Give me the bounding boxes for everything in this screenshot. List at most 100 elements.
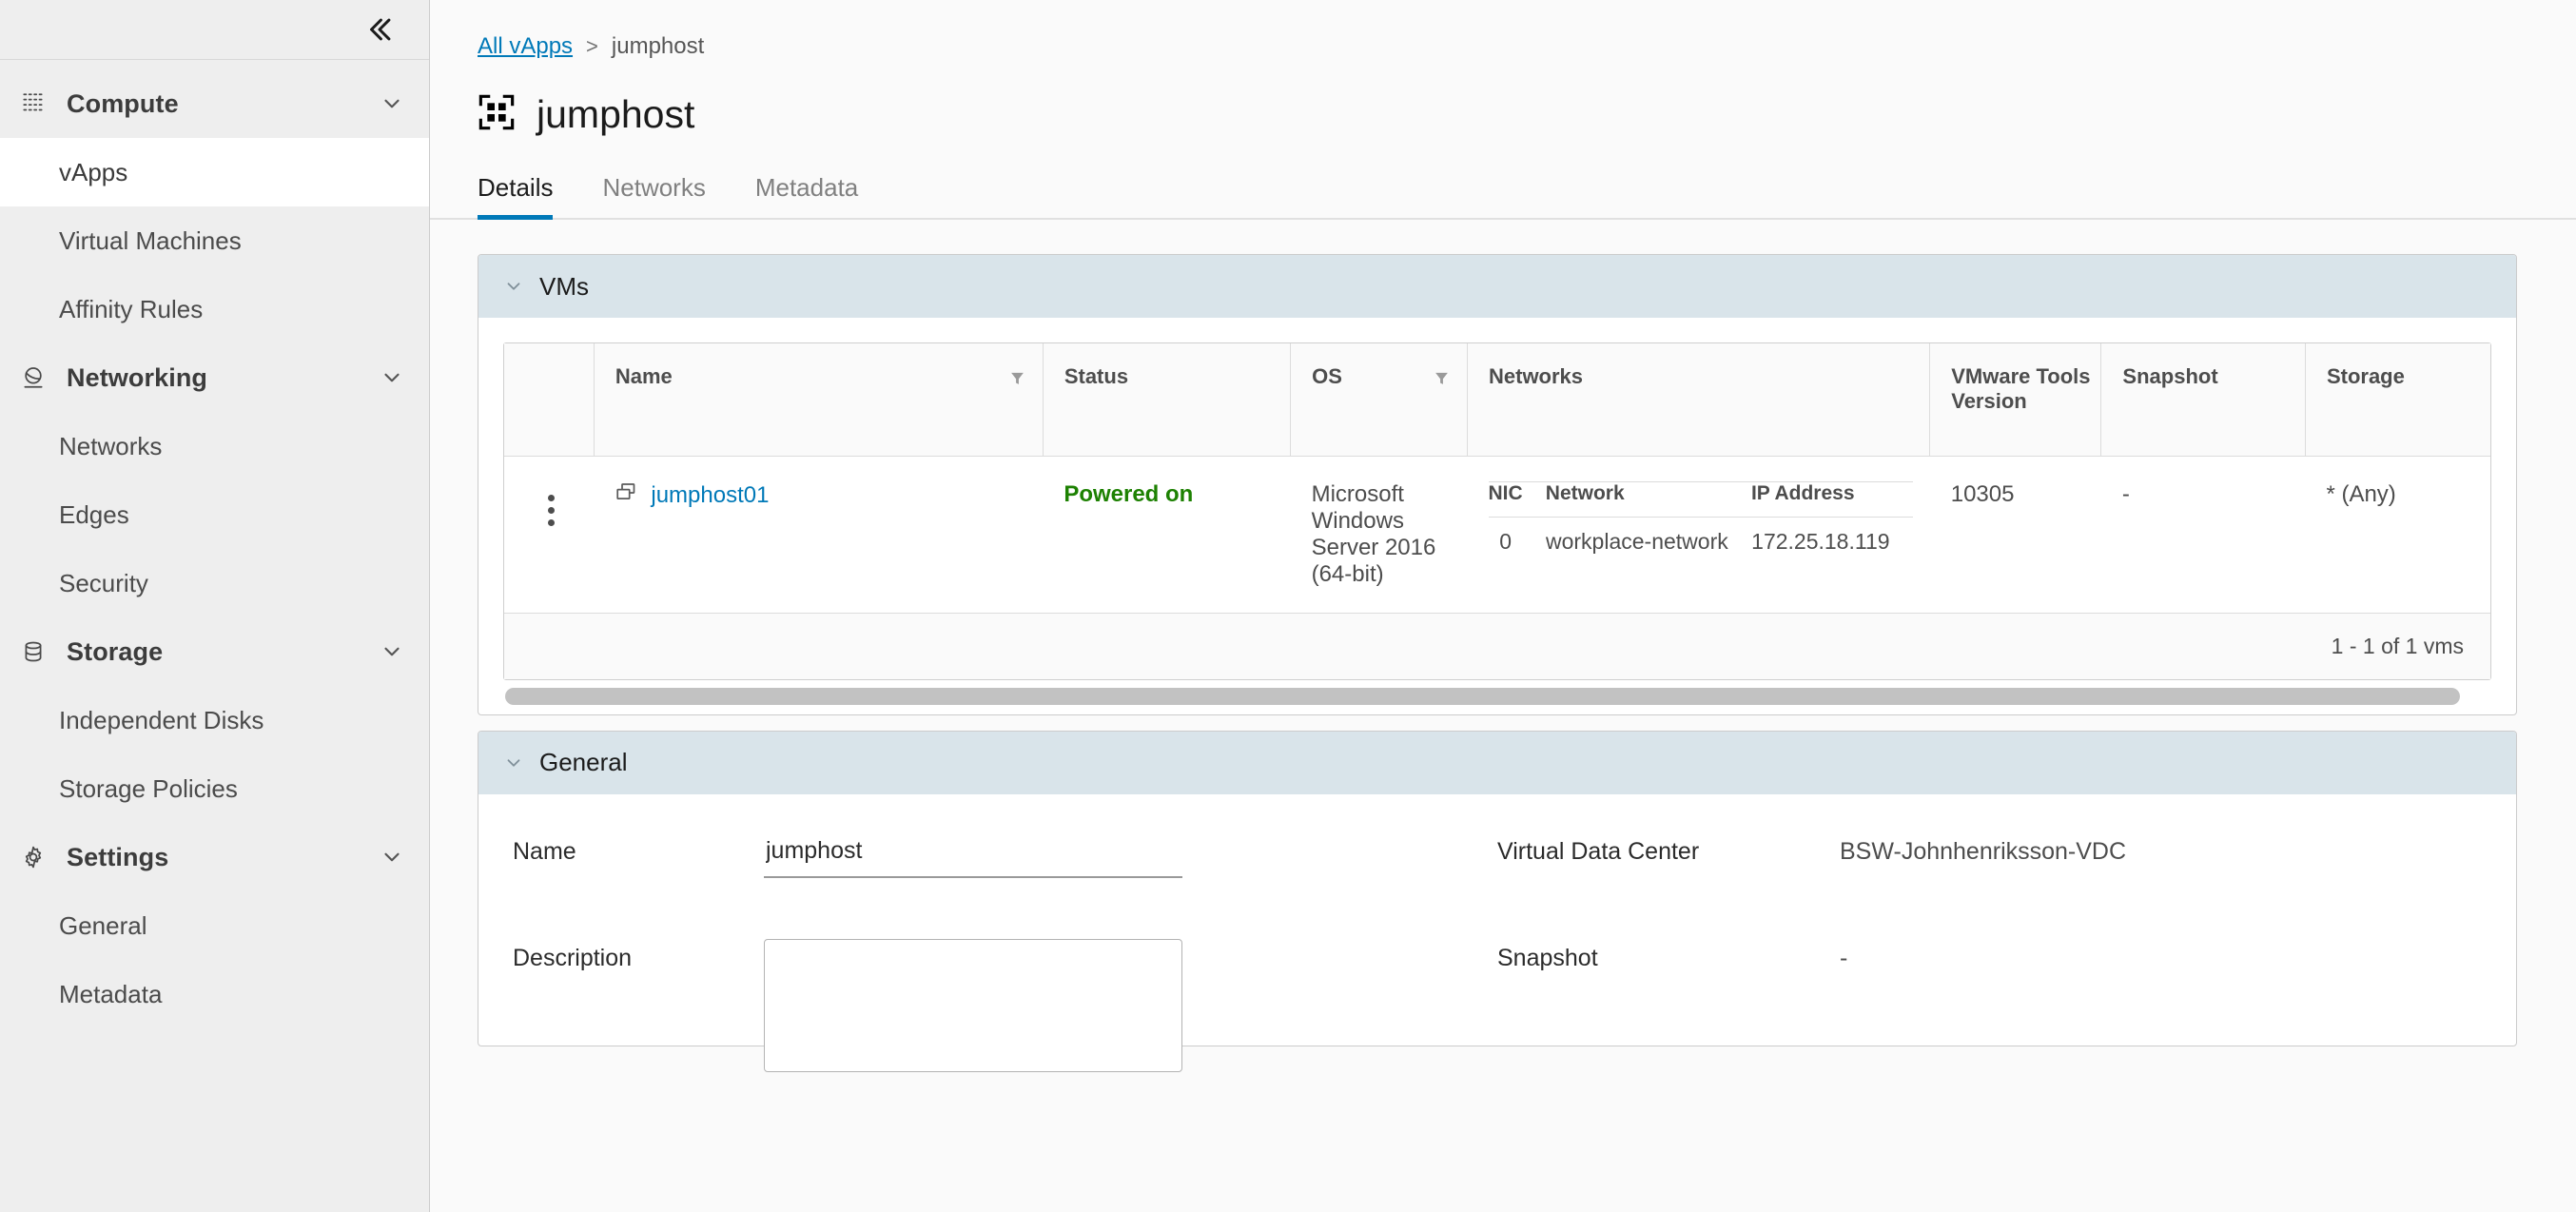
sidebar-item-networks[interactable]: Networks	[0, 412, 429, 480]
chevron-down-icon[interactable]	[503, 753, 524, 773]
sidebar-group-storage[interactable]: Storage	[0, 617, 429, 686]
snapshot-label: Snapshot	[1497, 939, 1598, 972]
column-label: VMware Tools Version	[1951, 364, 2090, 413]
vms-card-title: VMs	[539, 272, 589, 302]
networks-subtable-header: NIC Network IP Address	[1489, 481, 1913, 517]
sidebar-group-label: Storage	[67, 637, 380, 667]
vm-icon	[615, 481, 637, 511]
filter-icon[interactable]	[1434, 367, 1450, 392]
sidebar-item-label: Networks	[59, 432, 162, 461]
vapp-icon	[478, 93, 516, 136]
vms-col-status[interactable]: Status	[1043, 343, 1290, 456]
chevron-down-icon[interactable]	[380, 639, 404, 664]
general-card-header[interactable]: General	[478, 732, 2516, 794]
breadcrumb-separator: >	[586, 34, 598, 59]
chevron-down-icon[interactable]	[380, 91, 404, 116]
tab-label: Metadata	[755, 173, 858, 202]
main-content: All vApps > jumphost jumphost	[430, 0, 2576, 1212]
sidebar-group-compute[interactable]: Compute	[0, 69, 429, 138]
chevron-down-icon[interactable]	[503, 276, 524, 297]
vms-table-footer: 1 - 1 of 1 vms	[504, 613, 2490, 679]
sidebar-item-independent-disks[interactable]: Independent Disks	[0, 686, 429, 754]
virtual-data-center-value: BSW-Johnhenriksson-VDC	[1840, 832, 2126, 866]
network-globe-icon	[21, 365, 59, 390]
description-label: Description	[513, 939, 632, 972]
tab-label: Details	[478, 173, 553, 202]
sidebar-item-label: Storage Policies	[59, 774, 238, 804]
sidebar-item-storage-policies[interactable]: Storage Policies	[0, 754, 429, 823]
general-form-right-column: Virtual Data Center Snapshot BSW-Johnhen…	[1497, 832, 2516, 1046]
chevron-down-icon[interactable]	[380, 845, 404, 870]
cell-networks: NIC Network IP Address 0	[1468, 456, 1930, 613]
subcell-nic: 0	[1489, 517, 1546, 555]
pagination-count: 1 - 1 of 1 vms	[2332, 634, 2464, 659]
name-field[interactable]	[764, 832, 1182, 878]
column-label: Networks	[1489, 364, 1583, 388]
vms-datagrid: Name Status	[503, 342, 2491, 680]
cell-os: Microsoft Windows Server 2016 (64-bit)	[1291, 456, 1468, 613]
tab-label: Networks	[602, 173, 705, 202]
vms-col-networks[interactable]: Networks	[1468, 343, 1930, 456]
general-card: General Name Description	[478, 731, 2517, 1046]
app-root: Compute vApps Virtual Machines Affinity …	[0, 0, 2576, 1212]
vms-table-header-row: Name Status	[504, 343, 2490, 456]
sidebar-group-networking[interactable]: Networking	[0, 343, 429, 412]
vms-card: VMs	[478, 254, 2517, 715]
sidebar-group-label: Compute	[67, 89, 380, 119]
filter-icon[interactable]	[1009, 367, 1025, 392]
tab-networks[interactable]: Networks	[577, 173, 730, 218]
chevron-down-icon[interactable]	[380, 365, 404, 390]
scrollbar-thumb[interactable]	[505, 688, 2460, 705]
vms-table: Name Status	[504, 343, 2490, 613]
sidebar-item-label: Edges	[59, 500, 129, 530]
sidebar-item-label: Independent Disks	[59, 706, 263, 735]
networks-subtable: NIC Network IP Address 0	[1489, 481, 1913, 555]
virtual-data-center-label: Virtual Data Center	[1497, 832, 1699, 866]
sidebar-item-general[interactable]: General	[0, 891, 429, 960]
sidebar-item-security[interactable]: Security	[0, 549, 429, 617]
sidebar-item-vapps[interactable]: vApps	[0, 138, 429, 206]
cell-storage: * (Any)	[2305, 456, 2490, 613]
column-label: Name	[615, 364, 673, 389]
breadcrumb-link-all-vapps[interactable]: All vApps	[478, 33, 573, 60]
vms-col-os[interactable]: OS	[1291, 343, 1468, 456]
vms-col-select	[504, 343, 594, 456]
snapshot-value: -	[1840, 939, 1847, 972]
sidebar-item-edges[interactable]: Edges	[0, 480, 429, 549]
description-field[interactable]	[764, 939, 1182, 1072]
sidebar-item-metadata[interactable]: Metadata	[0, 960, 429, 1028]
breadcrumb-current: jumphost	[612, 33, 704, 60]
column-label: OS	[1312, 364, 1342, 389]
vm-name-link[interactable]: jumphost01	[651, 482, 769, 509]
horizontal-scrollbar[interactable]	[505, 686, 2489, 707]
vms-col-storage[interactable]: Storage	[2305, 343, 2490, 456]
subcell-network: workplace-network	[1546, 517, 1751, 555]
sidebar-item-affinity-rules[interactable]: Affinity Rules	[0, 275, 429, 343]
sidebar-group-label: Settings	[67, 843, 380, 872]
tab-metadata[interactable]: Metadata	[731, 173, 883, 218]
vms-col-snapshot[interactable]: Snapshot	[2101, 343, 2306, 456]
compute-grid-icon	[21, 91, 59, 116]
more-options-icon[interactable]	[548, 495, 555, 526]
double-chevron-left-icon[interactable]	[359, 9, 400, 50]
sidebar-item-virtual-machines[interactable]: Virtual Machines	[0, 206, 429, 275]
sidebar-nav: Compute vApps Virtual Machines Affinity …	[0, 60, 429, 1028]
details-content: VMs	[430, 220, 2576, 1212]
vms-card-header[interactable]: VMs	[478, 255, 2516, 318]
cell-status: Powered on	[1043, 456, 1290, 613]
cell-snapshot: -	[2101, 456, 2306, 613]
general-form-left-column: Name Description	[478, 832, 1497, 1046]
vms-col-vmware-tools-version[interactable]: VMware Tools Version	[1930, 343, 2101, 456]
column-label: Storage	[2327, 364, 2405, 388]
sidebar-item-label: Metadata	[59, 980, 162, 1009]
sidebar-group-label: Networking	[67, 363, 380, 393]
sidebar-item-label: Security	[59, 569, 148, 598]
general-card-title: General	[539, 748, 628, 777]
page-title: jumphost	[537, 92, 694, 137]
cell-vmware-tools-version: 10305	[1930, 456, 2101, 613]
tab-details[interactable]: Details	[478, 173, 577, 218]
general-form: Name Description	[478, 794, 2516, 1046]
sidebar-group-settings[interactable]: Settings	[0, 823, 429, 891]
vms-col-name[interactable]: Name	[594, 343, 1043, 456]
sidebar-item-label: Virtual Machines	[59, 226, 242, 256]
